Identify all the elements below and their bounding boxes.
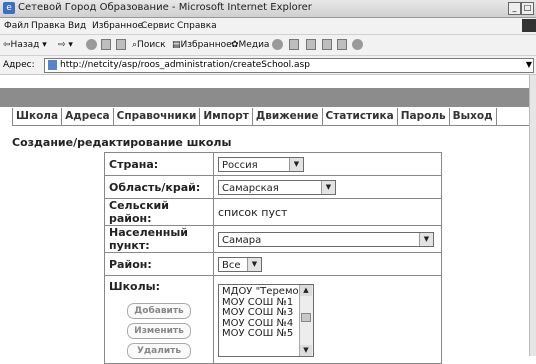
menu-view[interactable]: Вид bbox=[68, 21, 86, 31]
menu-bar: Файл Правка Вид Избранное Сервис Справка bbox=[0, 18, 536, 35]
country-row: Страна: Россия ▼ bbox=[104, 152, 442, 176]
schools-label: Школы: bbox=[109, 280, 161, 293]
favorites-button[interactable]: ▤Избранное bbox=[172, 40, 232, 50]
messenger-icon[interactable] bbox=[352, 39, 363, 50]
rural-district-label: Сельский район: bbox=[104, 198, 214, 226]
chevron-down-icon: ▼ bbox=[289, 157, 303, 171]
page-title: Создание/редактирование школы bbox=[12, 136, 232, 149]
schools-row: Школы: Добавить Изменить Удалить МДОУ "Т… bbox=[104, 275, 442, 364]
search-label: Поиск bbox=[137, 40, 166, 50]
listbox-scrollbar[interactable]: ▲ ▼ bbox=[299, 285, 313, 356]
discuss-icon[interactable] bbox=[337, 39, 347, 50]
locality-select[interactable]: Самара ▼ bbox=[218, 231, 434, 247]
chevron-down-icon: ▼ bbox=[247, 257, 261, 271]
region-value: Самарская bbox=[222, 182, 279, 194]
home-icon[interactable] bbox=[116, 39, 126, 50]
menu-help[interactable]: Справка bbox=[177, 21, 217, 31]
add-school-button[interactable]: Добавить bbox=[127, 303, 191, 319]
address-input[interactable]: http://netcity/asp/roos_administration/c… bbox=[44, 58, 534, 73]
district-value: Все bbox=[222, 259, 241, 271]
media-button[interactable]: ✿Медиа bbox=[231, 40, 269, 50]
tab-school[interactable]: Школа bbox=[12, 108, 63, 125]
page-header-bar bbox=[0, 88, 529, 107]
list-item[interactable]: МОУ СОШ №3 bbox=[222, 307, 309, 319]
search-button[interactable]: ⌕Поиск bbox=[132, 40, 166, 50]
maximize-icon[interactable]: □ bbox=[521, 2, 534, 15]
page-icon bbox=[48, 60, 57, 70]
locality-row: Населенный пункт: Самара ▼ bbox=[104, 225, 442, 253]
country-value: Россия bbox=[222, 159, 258, 171]
address-label: Адрес: bbox=[3, 60, 35, 70]
windows-logo-icon bbox=[522, 19, 536, 32]
locality-label: Населенный пункт: bbox=[104, 225, 214, 253]
scroll-up-icon[interactable]: ▲ bbox=[300, 285, 312, 296]
window-title: Сетевой Город Образование - Microsoft In… bbox=[18, 2, 312, 13]
print-icon[interactable] bbox=[306, 39, 316, 50]
stop-icon[interactable] bbox=[86, 39, 97, 50]
back-button[interactable]: ⇦Назад ▾ bbox=[3, 40, 47, 50]
scroll-down-icon[interactable]: ▼ bbox=[300, 345, 312, 356]
tab-addresses[interactable]: Адреса bbox=[62, 108, 114, 125]
tab-directories[interactable]: Справочники bbox=[114, 108, 201, 125]
region-label: Область/край: bbox=[104, 175, 214, 199]
tab-statistics[interactable]: Статистика bbox=[323, 108, 398, 125]
address-url: http://netcity/asp/roos_administration/c… bbox=[60, 60, 310, 70]
page-top-spacer bbox=[0, 75, 529, 88]
region-row: Область/край: Самарская ▼ bbox=[104, 175, 442, 199]
scroll-thumb[interactable] bbox=[301, 313, 311, 322]
back-label: Назад bbox=[10, 40, 40, 50]
delete-school-button[interactable]: Удалить bbox=[127, 343, 191, 359]
schools-listbox[interactable]: МДОУ "Теремок" МОУ СОШ №1 МОУ СОШ №3 МОУ… bbox=[218, 284, 314, 357]
chevron-down-icon: ▼ bbox=[419, 232, 433, 246]
tab-movement[interactable]: Движение bbox=[253, 108, 323, 125]
address-dropdown-icon[interactable]: ▼ bbox=[526, 60, 532, 69]
minimize-icon[interactable]: _ bbox=[508, 2, 521, 15]
edit-icon[interactable] bbox=[322, 39, 332, 50]
chevron-down-icon: ▼ bbox=[321, 180, 335, 194]
school-form: Страна: Россия ▼ Область/край: Самарская… bbox=[104, 152, 442, 364]
mail-icon[interactable] bbox=[289, 39, 299, 50]
country-label: Страна: bbox=[104, 152, 214, 176]
media-label: Медиа bbox=[238, 40, 270, 50]
address-bar: Адрес: http://netcity/asp/roos_administr… bbox=[0, 56, 536, 75]
menu-file[interactable]: Файл bbox=[4, 21, 29, 31]
browser-toolbar: ⇦Назад ▾ ⇨ ▾ ⌕Поиск ▤Избранное ✿Медиа bbox=[0, 35, 536, 56]
edit-school-button[interactable]: Изменить bbox=[127, 323, 191, 339]
nav-tabs: Школа Адреса Справочники Импорт Движение Стат… bbox=[12, 108, 497, 126]
district-select[interactable]: Все ▼ bbox=[218, 256, 262, 272]
forward-icon[interactable]: ⇨ ▾ bbox=[58, 40, 73, 50]
country-select[interactable]: Россия ▼ bbox=[218, 156, 304, 172]
menu-edit[interactable]: Правка bbox=[31, 21, 65, 31]
locality-value: Самара bbox=[222, 234, 262, 246]
region-select[interactable]: Самарская ▼ bbox=[218, 179, 336, 195]
rural-district-row: Сельский район: список пуст bbox=[104, 198, 442, 226]
ie-logo-icon: e bbox=[3, 2, 15, 14]
window-title-bar: e Сетевой Город Образование - Microsoft … bbox=[0, 0, 536, 18]
district-row: Район: Все ▼ bbox=[104, 252, 442, 276]
list-item[interactable]: МОУ СОШ №5 bbox=[222, 328, 309, 340]
page-scrollbar[interactable] bbox=[529, 75, 536, 356]
list-item[interactable]: МДОУ "Теремок" bbox=[222, 286, 309, 298]
tabs-divider bbox=[12, 125, 529, 126]
menu-favorites[interactable]: Избранное bbox=[92, 21, 143, 31]
favorites-label: Избранное bbox=[180, 40, 232, 50]
tab-password[interactable]: Пароль bbox=[398, 108, 450, 125]
menu-tools[interactable]: Сервис bbox=[141, 21, 175, 31]
rural-district-value: список пуст bbox=[213, 198, 442, 226]
tab-import[interactable]: Импорт bbox=[200, 108, 253, 125]
district-label: Район: bbox=[104, 252, 214, 276]
history-icon[interactable] bbox=[272, 39, 283, 50]
refresh-icon[interactable] bbox=[101, 39, 111, 50]
tab-logout[interactable]: Выход bbox=[450, 108, 497, 125]
